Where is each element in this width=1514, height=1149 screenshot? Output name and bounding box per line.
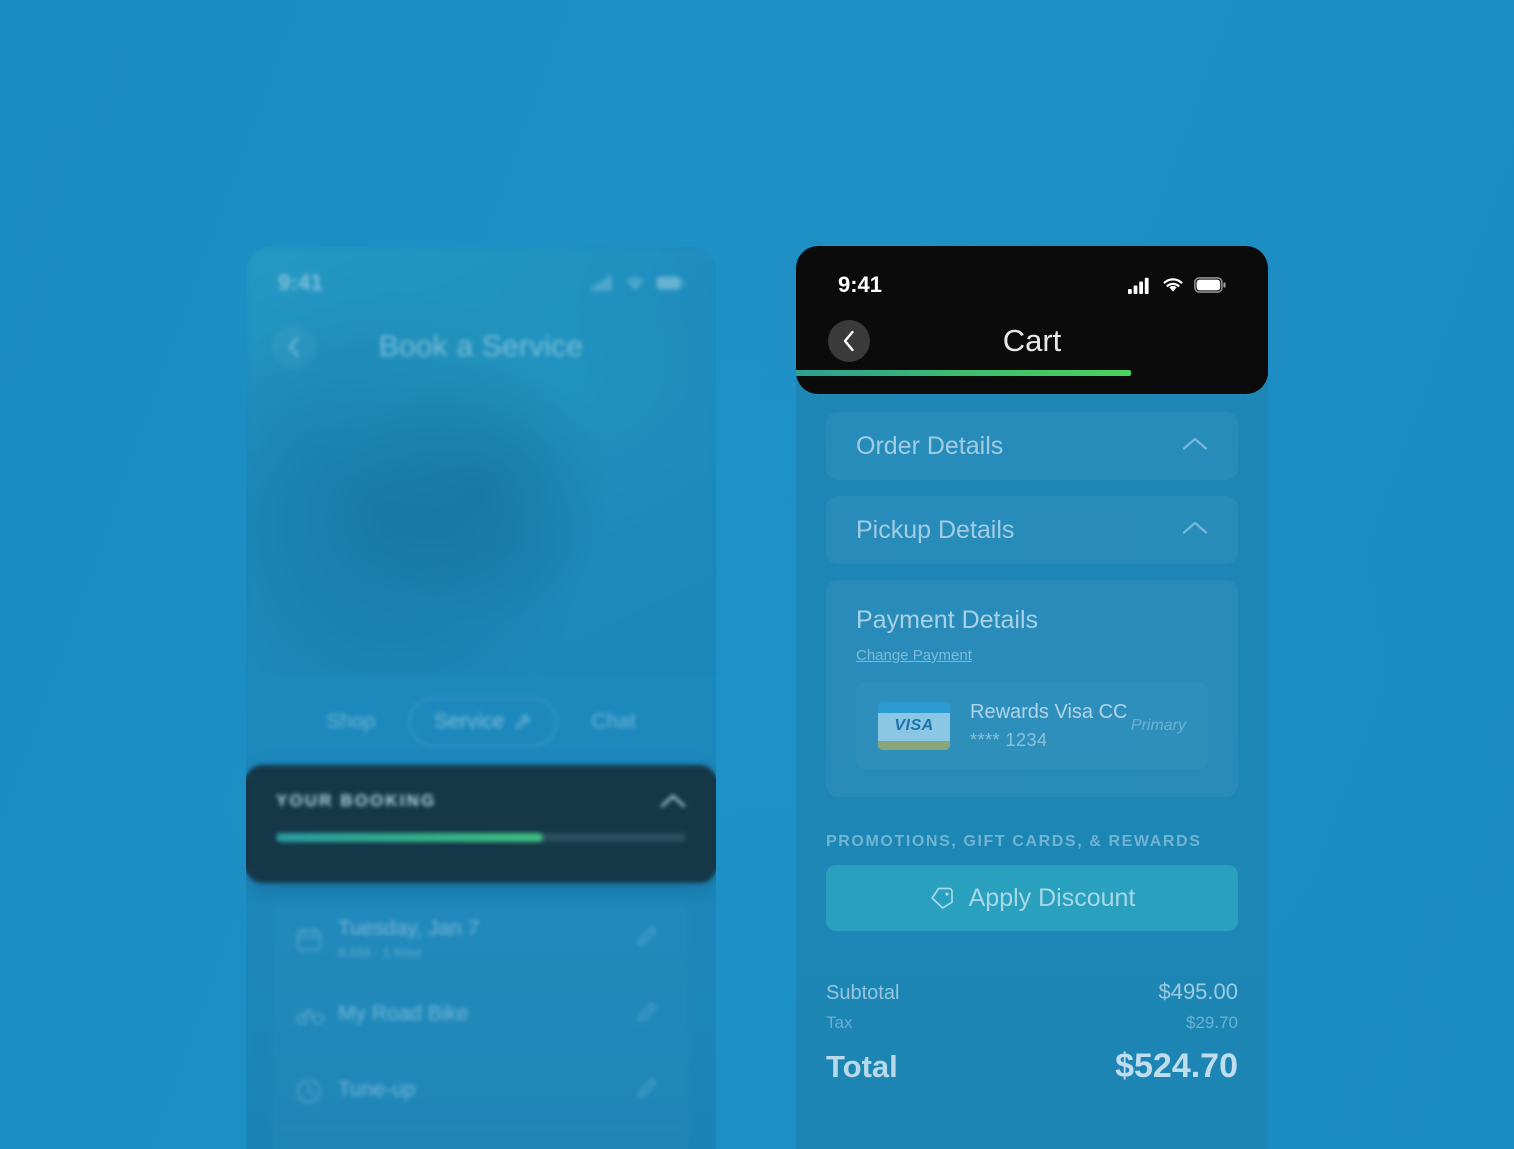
right-status-bar: 9:41 [796, 270, 1268, 300]
hero-image [246, 246, 716, 676]
tab-shop-label: Shop [326, 710, 376, 733]
edit-icon[interactable] [636, 1001, 658, 1028]
tab-chat[interactable]: Chat [581, 706, 645, 738]
booking-item-service-text: Tune-up [338, 1078, 636, 1102]
battery-icon [1194, 277, 1226, 293]
cart-content: Order Details Pickup Details Payment Det… [796, 394, 1268, 1086]
booking-item-service[interactable]: Tune-up [274, 1053, 688, 1129]
booking-item-date-text: Tuesday, Jan 7 8 AM - 1 hour [338, 917, 636, 960]
edit-icon[interactable] [636, 1077, 658, 1104]
visa-logo-icon: VISA [878, 702, 950, 750]
back-button[interactable] [828, 320, 870, 362]
your-booking-header: YOUR BOOKING [276, 791, 686, 811]
signal-bars-icon [1128, 277, 1149, 294]
subtotal-value: $495.00 [1158, 979, 1238, 1004]
tax-row: Tax $29.70 [826, 1013, 1238, 1033]
payment-details-title: Payment Details [856, 606, 1039, 634]
saved-card-row[interactable]: VISA Rewards Visa CC **** 1234 Primary [856, 683, 1208, 769]
status-time: 9:41 [278, 270, 323, 295]
wrench-icon [515, 714, 531, 729]
tab-chat-label: Chat [591, 710, 636, 733]
wifi-icon [626, 277, 644, 290]
promotions-section-label: PROMOTIONS, GIFT CARDS, & REWARDS [826, 833, 1202, 850]
booking-item-date-title: Tuesday, Jan 7 [338, 916, 480, 940]
your-booking-label: YOUR BOOKING [276, 791, 437, 810]
card-info: Rewards Visa CC **** 1234 [970, 701, 1131, 751]
tab-service-label: Service [434, 710, 505, 733]
apply-discount-label: Apply Discount [968, 883, 1136, 912]
chevron-left-icon [843, 330, 854, 352]
tag-icon [930, 887, 953, 909]
order-totals: Subtotal $495.00 Tax $29.70 Total $524.7… [826, 979, 1238, 1086]
left-nav-bar: Book a Service [246, 314, 716, 380]
status-icons [1128, 277, 1226, 294]
canvas: 9:41 Book a Service Shop Service Chat YO… [0, 0, 1514, 1149]
left-status-bar: 9:41 [246, 268, 716, 298]
total-row: Total $524.70 [826, 1047, 1238, 1086]
booking-items-list: Tuesday, Jan 7 8 AM - 1 hour My Road Bik… [274, 901, 688, 1149]
status-icons [592, 275, 684, 291]
booking-item-bike-title: My Road Bike [338, 1002, 469, 1026]
subtotal-label: Subtotal [826, 982, 900, 1004]
payment-details-card: Payment Details Change Payment VISA Rewa… [826, 580, 1238, 797]
accordion-pickup-details-label: Pickup Details [856, 515, 1015, 544]
checkout-progress-track [796, 370, 1268, 376]
change-payment-link[interactable]: Change Payment [856, 647, 972, 664]
total-label: Total [826, 1049, 898, 1084]
accordion-order-details[interactable]: Order Details [826, 412, 1238, 480]
chevron-up-icon[interactable] [1182, 436, 1208, 456]
right-nav-bar: Cart [796, 312, 1268, 370]
back-button[interactable] [272, 325, 316, 369]
left-phone-screen: 9:41 Book a Service Shop Service Chat YO… [246, 246, 716, 1149]
visa-logo-text: VISA [894, 717, 934, 734]
calendar-icon [296, 926, 338, 952]
booking-item-service-title: Tune-up [338, 1078, 416, 1102]
segment-tabs: Shop Service Chat [246, 692, 716, 752]
apply-discount-button[interactable]: Apply Discount [826, 865, 1238, 931]
checkout-progress-fill [796, 370, 1132, 376]
tax-value: $29.70 [1186, 1013, 1238, 1032]
accordion-pickup-details[interactable]: Pickup Details [826, 496, 1238, 564]
subtotal-row: Subtotal $495.00 [826, 979, 1238, 1005]
signal-bars-icon [592, 276, 611, 291]
accordion-order-details-label: Order Details [856, 431, 1004, 460]
booking-item-bike[interactable]: My Road Bike [274, 977, 688, 1053]
page-title: Book a Service [378, 330, 584, 363]
edit-icon[interactable] [636, 925, 658, 952]
booking-progress-track [276, 833, 686, 842]
booking-item-bike-text: My Road Bike [338, 1002, 636, 1026]
status-time: 9:41 [838, 272, 883, 297]
booking-item-date[interactable]: Tuesday, Jan 7 8 AM - 1 hour [274, 901, 688, 977]
total-value: $524.70 [1115, 1047, 1238, 1085]
booking-item-package[interactable]: Gold Package [274, 1129, 688, 1149]
chevron-up-icon[interactable] [660, 793, 686, 809]
tax-label: Tax [826, 1013, 853, 1032]
card-number: **** 1234 [970, 730, 1048, 750]
your-booking-panel[interactable]: YOUR BOOKING [246, 765, 716, 883]
bicycle-icon [296, 1004, 338, 1026]
card-name: Rewards Visa CC [970, 701, 1128, 723]
card-primary-badge: Primary [1130, 717, 1186, 734]
tab-shop[interactable]: Shop [316, 706, 385, 738]
wifi-icon [1163, 278, 1183, 292]
clock-icon [296, 1078, 338, 1104]
cart-header: 9:41 Cart [796, 246, 1268, 394]
tab-service[interactable]: Service [409, 698, 558, 746]
booking-progress-fill [276, 833, 543, 842]
chevron-up-icon[interactable] [1182, 520, 1208, 540]
chevron-left-icon [288, 336, 299, 358]
booking-item-date-subtitle: 8 AM - 1 hour [338, 944, 423, 961]
right-phone-screen: 9:41 Cart Order Details Pickup Details P… [796, 246, 1268, 1149]
battery-icon [656, 276, 684, 290]
